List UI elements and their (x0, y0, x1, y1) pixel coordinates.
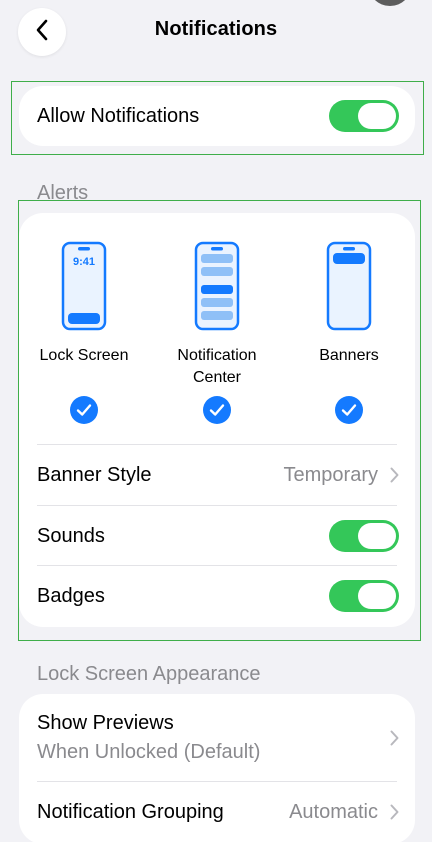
notifications-settings-screen: Notifications Allow Notifications Alerts… (0, 0, 432, 842)
badges-row: Badges (37, 566, 399, 626)
banner-style-row[interactable]: Banner Style Temporary (37, 445, 399, 505)
chevron-right-icon (390, 804, 399, 820)
allow-notifications-toggle[interactable] (329, 100, 399, 132)
badges-toggle[interactable] (329, 580, 399, 612)
notification-grouping-row[interactable]: Notification Grouping Automatic (37, 782, 399, 842)
toggle-knob (358, 523, 396, 549)
sounds-label: Sounds (37, 524, 105, 547)
toggle-knob (358, 583, 396, 609)
toggle-knob (358, 103, 396, 129)
allow-notifications-row: Allow Notifications (37, 86, 399, 146)
chevron-right-icon (390, 730, 399, 746)
alert-style-label: Banners (319, 347, 379, 364)
alert-style-banners[interactable]: Banners (284, 241, 414, 367)
notification-center-checkmark-icon[interactable] (203, 396, 231, 424)
badges-label: Badges (37, 584, 105, 607)
alert-style-label: Lock Screen (39, 347, 129, 364)
sounds-row: Sounds (37, 506, 399, 566)
banners-checkmark-icon[interactable] (335, 396, 363, 424)
notification-grouping-value: Automatic (289, 800, 378, 823)
page-title: Notifications (154, 18, 278, 40)
show-previews-value: When Unlocked (Default) (37, 741, 261, 763)
sounds-toggle[interactable] (329, 520, 399, 552)
show-previews-row[interactable]: Show Previews When Unlocked (Default) (37, 694, 399, 782)
allow-notifications-label: Allow Notifications (37, 104, 200, 127)
alert-style-label: Notification Center (177, 347, 257, 386)
lock-screen-phone-icon: 9:41 (61, 241, 107, 331)
banner-style-value: Temporary (283, 463, 378, 486)
alert-style-notification-center[interactable]: Notification Center (152, 241, 282, 389)
alert-style-lock-screen[interactable]: 9:41 Lock Screen (19, 241, 149, 367)
alerts-section-title: Alerts (37, 182, 89, 204)
notification-center-phone-icon (194, 241, 240, 331)
chevron-right-icon (390, 467, 399, 483)
banner-style-label: Banner Style (37, 463, 152, 486)
allow-notifications-card: Allow Notifications (19, 86, 415, 146)
lock-screen-time: 9:41 (73, 256, 95, 268)
notification-grouping-label: Notification Grouping (37, 800, 224, 823)
corner-avatar (368, 0, 412, 6)
alerts-card: 9:41 Lock Screen Notification Center Ban… (19, 213, 415, 627)
lock-screen-checkmark-icon[interactable] (70, 396, 98, 424)
lock-screen-section-title: Lock Screen Appearance (37, 663, 261, 685)
show-previews-label: Show Previews (37, 712, 174, 734)
lock-screen-card: Show Previews When Unlocked (Default) No… (19, 694, 415, 842)
banners-phone-icon (326, 241, 372, 331)
